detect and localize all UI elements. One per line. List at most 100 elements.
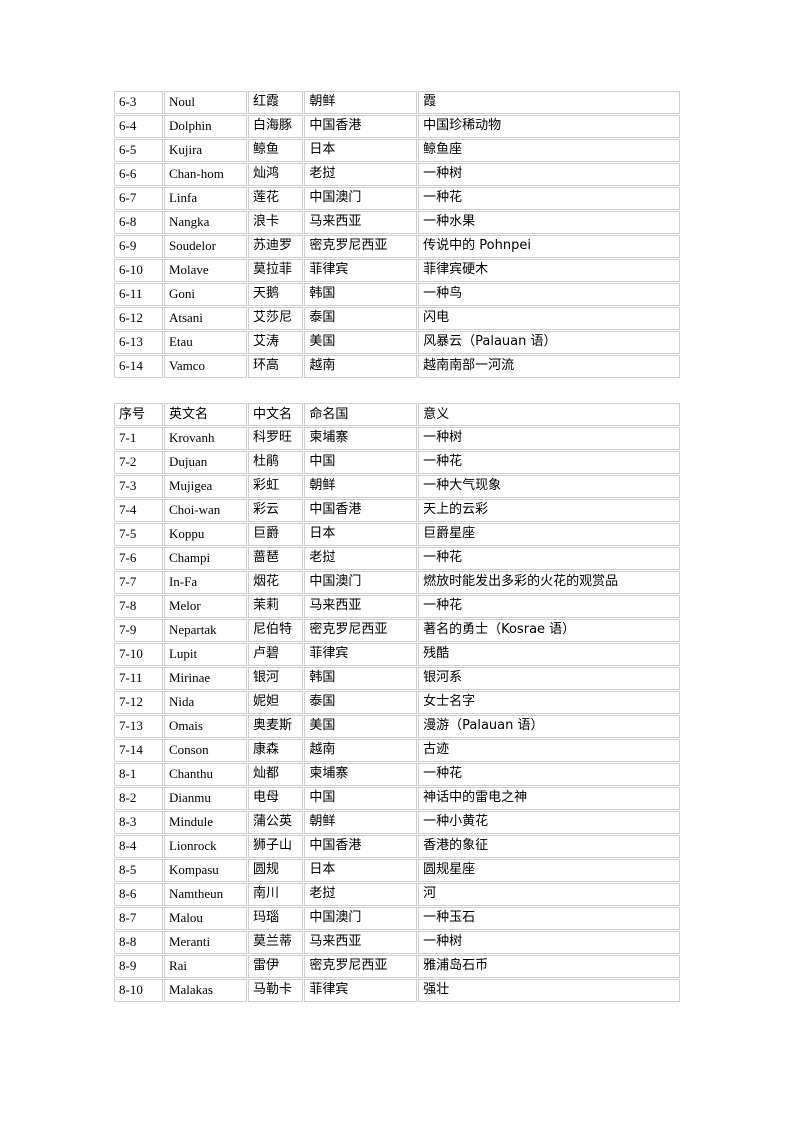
table-row: 8-7 Malou 玛瑙 中国澳门 一种玉石 <box>114 907 680 930</box>
cell-row-index: 7-5 <box>114 523 163 546</box>
cell-chinese-name: 鲸鱼 <box>247 139 304 162</box>
cell-row-index: 6-12 <box>114 307 163 330</box>
cell-chinese-name: 环高 <box>247 355 304 378</box>
cell-meaning: 一种玉石 <box>418 907 680 930</box>
table-row: 7-13 Omais 奥麦斯 美国 漫游（Palauan 语） <box>114 715 680 738</box>
cell-naming-country: 菲律宾 <box>304 979 418 1002</box>
cell-meaning: 香港的象征 <box>418 835 680 858</box>
cell-meaning: 中国珍稀动物 <box>418 115 680 138</box>
column-header-english-name: 英文名 <box>163 403 247 426</box>
cell-chinese-name: 蔷琶 <box>247 547 304 570</box>
cell-naming-country: 中国香港 <box>304 115 418 138</box>
tables-container: 6-3 Noul 红霞 朝鲜霞 6-4 Dolphin 白海豚 中国香港 中国珍稀动物 6-5 Ku… <box>113 90 794 1003</box>
cell-row-index: 7-7 <box>114 571 163 594</box>
cell-chinese-name: 浪卡 <box>247 211 304 234</box>
cell-chinese-name: 巨爵 <box>247 523 304 546</box>
cell-row-index: 8-6 <box>114 883 163 906</box>
cell-meaning: 霞 <box>418 91 680 114</box>
cell-row-index: 8-2 <box>114 787 163 810</box>
cell-meaning: 一种大气现象 <box>418 475 680 498</box>
cell-row-index: 6-14 <box>114 355 163 378</box>
cell-english-name: Mirinae <box>163 667 247 690</box>
table-row: 8-5 Kompasu 圆规 日本 圆规星座 <box>114 859 680 882</box>
cell-chinese-name: 彩云 <box>247 499 304 522</box>
table-group-6: 6-3 Noul 红霞 朝鲜霞 6-4 Dolphin 白海豚 中国香港 中国珍稀动物 6-5 Ku… <box>113 90 681 379</box>
cell-naming-country: 中国澳门 <box>304 187 418 210</box>
cell-chinese-name: 灿都 <box>247 763 304 786</box>
cell-naming-country: 马来西亚 <box>304 595 418 618</box>
cell-chinese-name: 彩虹 <box>247 475 304 498</box>
column-header-naming-country: 命名国 <box>304 403 418 426</box>
cell-chinese-name: 圆规 <box>247 859 304 882</box>
cell-english-name: Mindule <box>163 811 247 834</box>
cell-row-index: 8-9 <box>114 955 163 978</box>
table-row: 6-11 Goni 天鹅 韩国 一种鸟 <box>114 283 680 306</box>
cell-naming-country: 泰国 <box>304 307 418 330</box>
cell-english-name: Omais <box>163 715 247 738</box>
cell-row-index: 7-1 <box>114 427 163 450</box>
cell-chinese-name: 红霞 <box>247 91 304 114</box>
cell-meaning: 著名的勇士（Kosrae 语） <box>418 619 680 642</box>
cell-row-index: 6-11 <box>114 283 163 306</box>
table-row: 7-9 Nepartak 尼伯特 密克罗尼西亚 著名的勇士（Kosrae 语） <box>114 619 680 642</box>
cell-english-name: Soudelor <box>163 235 247 258</box>
cell-meaning: 女士名字 <box>418 691 680 714</box>
cell-row-index: 8-5 <box>114 859 163 882</box>
cell-meaning: 一种花 <box>418 595 680 618</box>
cell-meaning: 强壮 <box>418 979 680 1002</box>
cell-row-index: 6-9 <box>114 235 163 258</box>
cell-meaning: 风暴云（Palauan 语） <box>418 331 680 354</box>
cell-row-index: 8-1 <box>114 763 163 786</box>
cell-chinese-name: 玛瑙 <box>247 907 304 930</box>
cell-naming-country: 美国 <box>304 715 418 738</box>
cell-english-name: Dujuan <box>163 451 247 474</box>
table-row: 8-8 Meranti 莫兰蒂 马来西亚 一种树 <box>114 931 680 954</box>
cell-english-name: Conson <box>163 739 247 762</box>
cell-row-index: 7-6 <box>114 547 163 570</box>
cell-chinese-name: 白海豚 <box>247 115 304 138</box>
table-row: 7-10 Lupit 卢碧 菲律宾 残酷 <box>114 643 680 666</box>
cell-naming-country: 老挝 <box>304 547 418 570</box>
cell-english-name: Nangka <box>163 211 247 234</box>
cell-english-name: Malakas <box>163 979 247 1002</box>
cell-meaning: 菲律宾硬木 <box>418 259 680 282</box>
cell-chinese-name: 苏迪罗 <box>247 235 304 258</box>
table-row: 7-14 Conson 康森 越南 古迹 <box>114 739 680 762</box>
cell-naming-country: 中国 <box>304 787 418 810</box>
cell-chinese-name: 艾莎尼 <box>247 307 304 330</box>
cell-meaning: 一种鸟 <box>418 283 680 306</box>
cell-meaning: 残酷 <box>418 643 680 666</box>
cell-meaning: 鲸鱼座 <box>418 139 680 162</box>
cell-naming-country: 菲律宾 <box>304 643 418 666</box>
cell-english-name: Linfa <box>163 187 247 210</box>
cell-meaning: 一种花 <box>418 763 680 786</box>
cell-naming-country: 马来西亚 <box>304 931 418 954</box>
cell-english-name: In-Fa <box>163 571 247 594</box>
cell-english-name: Namtheun <box>163 883 247 906</box>
cell-naming-country: 日本 <box>304 859 418 882</box>
cell-naming-country: 美国 <box>304 331 418 354</box>
cell-meaning: 闪电 <box>418 307 680 330</box>
table-row: 6-13 Etau 艾涛 美国 风暴云（Palauan 语） <box>114 331 680 354</box>
cell-naming-country: 朝鲜 <box>304 91 418 114</box>
cell-naming-country: 密克罗尼西亚 <box>304 235 418 258</box>
cell-chinese-name: 艾涛 <box>247 331 304 354</box>
table-row: 8-4 Lionrock 狮子山 中国香港 香港的象征 <box>114 835 680 858</box>
cell-row-index: 6-6 <box>114 163 163 186</box>
table-header-row: 序号 英文名 中文名 命名国 意义 <box>114 403 680 426</box>
cell-english-name: Meranti <box>163 931 247 954</box>
cell-row-index: 7-3 <box>114 475 163 498</box>
cell-meaning: 雅浦岛石币 <box>418 955 680 978</box>
table-row: 6-10 Molave 莫拉菲 菲律宾 菲律宾硬木 <box>114 259 680 282</box>
cell-naming-country: 中国 <box>304 451 418 474</box>
cell-row-index: 8-10 <box>114 979 163 1002</box>
cell-chinese-name: 狮子山 <box>247 835 304 858</box>
table-row: 7-7 In-Fa 烟花 中国澳门 燃放时能发出多彩的火花的观赏品 <box>114 571 680 594</box>
cell-naming-country: 密克罗尼西亚 <box>304 955 418 978</box>
cell-row-index: 6-5 <box>114 139 163 162</box>
table-row: 7-11 Mirinae 银河 韩国 银河系 <box>114 667 680 690</box>
cell-chinese-name: 莫兰蒂 <box>247 931 304 954</box>
table-row: 6-14 Vamco 环高 越南 越南南部一河流 <box>114 355 680 378</box>
cell-row-index: 8-3 <box>114 811 163 834</box>
table-row: 8-1 Chanthu 灿都 柬埔寨 一种花 <box>114 763 680 786</box>
